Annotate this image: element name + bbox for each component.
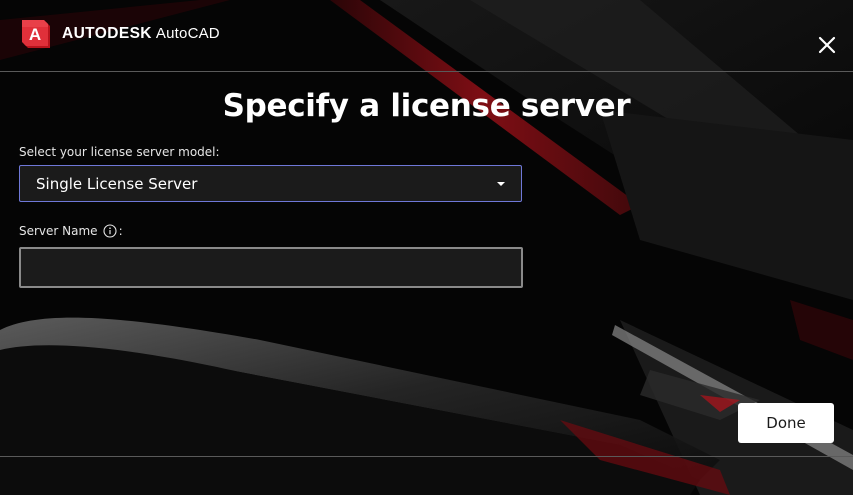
header-bar: A AUTODESK AutoCAD — [0, 0, 853, 71]
header-divider — [0, 71, 853, 72]
dialog-title: Specify a license server — [222, 88, 631, 124]
info-icon[interactable] — [103, 224, 117, 238]
footer-divider — [0, 456, 853, 457]
server-name-label: Server Name — [19, 224, 98, 238]
brand-name: AUTODESK — [62, 25, 152, 42]
license-model-label: Select your license server model: — [19, 145, 220, 159]
brand-title: AUTODESK AutoCAD — [62, 24, 220, 43]
logo-letter: A — [29, 25, 41, 44]
product-name: AutoCAD — [155, 25, 220, 42]
caret-down-icon — [497, 182, 505, 186]
close-icon[interactable] — [812, 30, 842, 60]
autocad-logo-icon: A — [22, 20, 50, 48]
done-button[interactable]: Done — [738, 403, 834, 443]
server-name-colon: : — [118, 224, 123, 238]
server-name-input[interactable] — [19, 247, 523, 288]
license-model-select[interactable]: Single License Server — [19, 165, 522, 202]
license-model-selected-value: Single License Server — [36, 175, 198, 193]
server-name-label-row: Server Name : — [19, 224, 123, 238]
license-server-dialog: A AUTODESK AutoCAD Specify a license serv… — [0, 0, 853, 495]
